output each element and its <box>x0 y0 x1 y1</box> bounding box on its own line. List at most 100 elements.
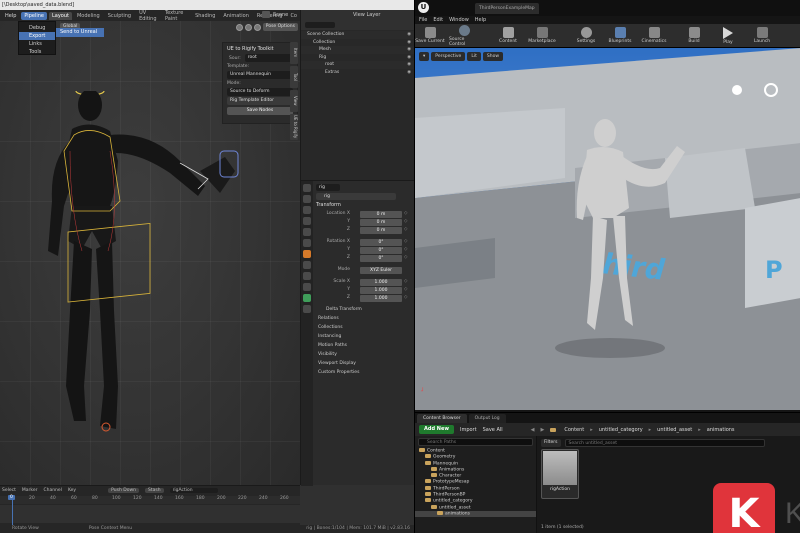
object-properties-icon[interactable] <box>303 250 311 258</box>
rotation-x-field[interactable]: 0° <box>360 238 402 246</box>
shading-solid-icon[interactable] <box>235 23 243 31</box>
sidebar-tab-view[interactable]: View <box>290 90 298 112</box>
eye-icon[interactable]: ◉ <box>407 39 411 47</box>
view-layer-icon[interactable] <box>303 217 311 225</box>
keyframe-icon[interactable]: ◇ <box>404 294 407 302</box>
source-field[interactable]: root <box>244 54 293 62</box>
shading-material-icon[interactable] <box>244 23 252 31</box>
shading-rendered-icon[interactable] <box>253 23 261 31</box>
push-down-button[interactable]: Push Down <box>108 488 139 493</box>
pose-options-button[interactable]: Pose Options <box>262 23 298 31</box>
outliner-row[interactable]: Mesh ◉ <box>301 46 414 54</box>
outliner-row[interactable]: Rig ◉ <box>301 54 414 62</box>
eye-icon[interactable]: ◉ <box>407 31 411 39</box>
tab-modeling[interactable]: Modeling <box>74 12 103 20</box>
add-new-button[interactable]: Add New <box>419 425 454 434</box>
menu-file[interactable]: File <box>419 17 427 23</box>
breadcrumb-content[interactable]: Content <box>564 427 584 433</box>
source-control-button[interactable]: Source Control <box>449 24 479 48</box>
keyframe-icon[interactable]: ◇ <box>404 246 407 254</box>
armature-data-icon[interactable] <box>303 294 311 302</box>
scale-y-field[interactable]: 1.000 <box>360 286 402 294</box>
sidebar-tab-tool[interactable]: Tool <box>290 66 298 88</box>
tree-item-selected[interactable]: animations <box>415 510 536 518</box>
breadcrumb-untitled-asset[interactable]: untitled_asset <box>657 427 692 433</box>
menu-edit[interactable]: Edit <box>433 17 443 23</box>
output-properties-icon[interactable] <box>303 206 311 214</box>
collections-section[interactable]: Collections <box>316 323 412 332</box>
transform-header[interactable]: Transform <box>316 201 412 210</box>
keyframe-icon[interactable]: ◇ <box>404 218 407 226</box>
keyframe-icon[interactable]: ◇ <box>404 278 407 286</box>
marketplace-button[interactable]: Marketplace <box>527 24 557 48</box>
rotation-z-field[interactable]: 0° <box>360 254 402 262</box>
keyframe-icon[interactable]: ◇ <box>404 238 407 246</box>
eye-icon[interactable]: ◉ <box>407 46 411 54</box>
eye-icon[interactable]: ◉ <box>407 61 411 69</box>
history-forward-icon[interactable]: ▶ <box>541 427 545 433</box>
menu-item-debug[interactable]: Debug <box>19 24 55 32</box>
lit-button[interactable]: Lit <box>467 52 481 61</box>
timeline-menu-channel[interactable]: Channel <box>43 488 61 493</box>
outliner-row[interactable]: Collection ◉ <box>301 39 414 47</box>
perspective-button[interactable]: Perspective <box>431 52 466 61</box>
menu-item-send-to-unreal[interactable]: Send to Unreal <box>56 28 104 37</box>
breadcrumb-animations[interactable]: animations <box>707 427 735 433</box>
keyframe-icon[interactable]: ◇ <box>404 254 407 262</box>
breadcrumb-untitled-category[interactable]: untitled_category <box>599 427 643 433</box>
eye-icon[interactable]: ◉ <box>407 54 411 62</box>
menu-item-links[interactable]: Links <box>19 40 55 48</box>
project-tab[interactable]: ThirdPersonExampleMap <box>475 3 539 14</box>
search-assets-input[interactable]: Search untitled_asset <box>564 438 765 447</box>
location-z-field[interactable]: 0 m <box>360 226 402 234</box>
outliner-row[interactable]: Scene Collection ◉ <box>301 31 414 39</box>
location-x-field[interactable]: 0 m <box>360 210 402 218</box>
unreal-level-viewport[interactable]: hird P ▾ Perspective Lit Show ┘ <box>415 48 800 410</box>
menu-window[interactable]: Window <box>449 17 469 23</box>
custom-properties-section[interactable]: Custom Properties <box>316 368 412 377</box>
rig-template-editor-toggle[interactable]: Rig Template Editor <box>227 97 293 105</box>
world-properties-icon[interactable] <box>303 239 311 247</box>
keyframe-icon[interactable]: ◇ <box>404 226 407 234</box>
action-select[interactable]: rigAction <box>169 488 218 493</box>
show-button[interactable]: Show <box>482 52 504 61</box>
modifier-properties-icon[interactable] <box>303 261 311 269</box>
launch-button[interactable]: Launch <box>747 24 777 48</box>
settings-button[interactable]: Settings <box>571 24 601 48</box>
content-button[interactable]: Content <box>493 24 523 48</box>
history-back-icon[interactable]: ◀ <box>531 427 535 433</box>
object-name-field[interactable]: rig <box>316 193 396 200</box>
timeline-menu-marker[interactable]: Marker <box>22 488 38 493</box>
import-button[interactable]: Import <box>460 427 477 433</box>
scale-z-field[interactable]: 1.000 <box>360 294 402 302</box>
scale-x-field[interactable]: 1.000 <box>360 278 402 286</box>
render-properties-icon[interactable] <box>303 195 311 203</box>
menu-help[interactable]: Help <box>2 12 19 20</box>
rotation-mode-select[interactable]: XYZ Euler <box>360 266 402 274</box>
menu-pipeline[interactable]: Pipeline <box>21 11 47 20</box>
tab-layout[interactable]: Layout <box>48 11 72 20</box>
keyframe-track[interactable] <box>0 505 300 523</box>
delta-transform-section[interactable]: Delta Transform <box>316 305 412 314</box>
menu-item-tools[interactable]: Tools <box>19 48 55 56</box>
tab-output-log[interactable]: Output Log <box>468 413 506 423</box>
constraint-properties-icon[interactable] <box>303 283 311 291</box>
mode-select[interactable]: Source to Deform <box>227 88 293 96</box>
object-name-search[interactable]: rig <box>316 184 340 191</box>
build-button[interactable]: Build <box>679 24 709 48</box>
tab-sculpting[interactable]: Sculpting <box>105 12 134 20</box>
save-all-button[interactable]: Save All <box>483 427 503 433</box>
play-button[interactable]: Play <box>713 24 743 48</box>
physics-properties-icon[interactable] <box>303 272 311 280</box>
timeline-menu-select[interactable]: Select <box>2 488 16 493</box>
scene-properties-icon[interactable] <box>303 228 311 236</box>
filters-button[interactable]: Filters <box>541 438 561 447</box>
keyframe-icon[interactable]: ◇ <box>404 286 407 294</box>
relations-section[interactable]: Relations <box>316 314 412 323</box>
save-current-button[interactable]: Save Current <box>415 24 445 48</box>
blueprints-button[interactable]: Blueprints <box>605 24 635 48</box>
tool-properties-icon[interactable] <box>303 184 311 192</box>
eye-icon[interactable]: ◉ <box>407 69 411 77</box>
template-select[interactable]: Unreal Mannequin <box>227 71 293 79</box>
instancing-section[interactable]: Instancing <box>316 332 412 341</box>
